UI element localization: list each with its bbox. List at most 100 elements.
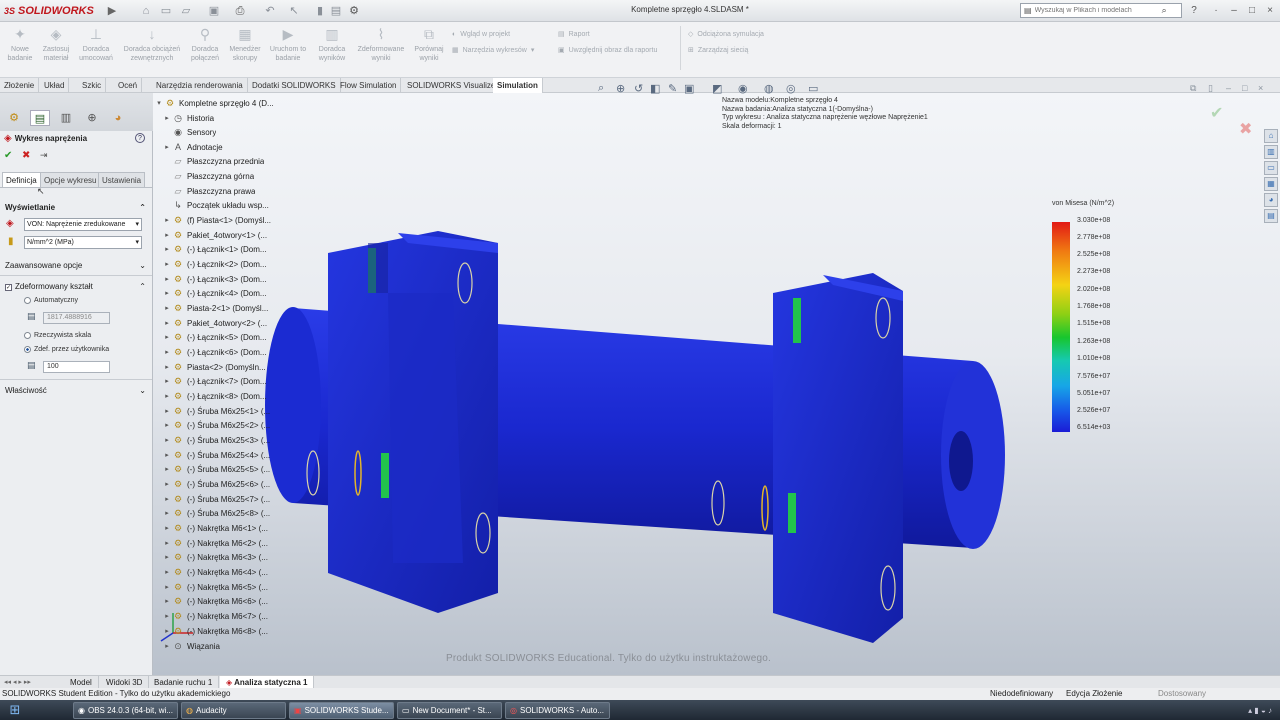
- design-library-icon[interactable]: ▥: [1264, 145, 1278, 159]
- user-defined-radio[interactable]: Zdef. przez użytkownika: [24, 346, 109, 353]
- appearance-icon[interactable]: ◍: [764, 82, 774, 95]
- subtab-settings[interactable]: Ustawienia: [98, 172, 146, 187]
- ok-check-icon[interactable]: ✔: [4, 150, 12, 161]
- expand-arrow-icon[interactable]: ▸: [162, 421, 172, 429]
- open-icon[interactable]: ▱: [178, 3, 194, 19]
- external-loads-advisor-button[interactable]: ↓ Doradca obciążeń zewnętrznych: [118, 25, 186, 75]
- viewport-restore-icon[interactable]: ⧉: [1190, 83, 1196, 94]
- tab-evaluate[interactable]: Oceń: [114, 78, 143, 93]
- search-box[interactable]: ▤ ⌕: [1020, 3, 1182, 18]
- tree-item[interactable]: ▸ ⚙ (-) Łącznik<5> (Dom...: [162, 330, 266, 344]
- taskbar-solidworks[interactable]: ▣ SOLIDWORKS Stude...: [289, 701, 394, 719]
- previous-view-icon[interactable]: ↺: [634, 82, 643, 95]
- property-manager-tab-icon[interactable]: ▤: [30, 110, 50, 126]
- undo-icon[interactable]: ↶: [262, 3, 278, 19]
- tree-item[interactable]: ▸ ⚙ (-) Nakrętka M6<6> (...: [162, 594, 268, 608]
- expand-arrow-icon[interactable]: ▸: [162, 114, 172, 122]
- close-icon[interactable]: ×: [1262, 3, 1278, 19]
- tree-item[interactable]: ▸ ⚙ (-) Śruba M6x25<6> (...: [162, 477, 270, 491]
- design-insight-button[interactable]: ◐ Wgląd w projekt: [452, 27, 510, 41]
- expand-arrow-icon[interactable]: ▸: [162, 363, 172, 371]
- tab-sketch[interactable]: Szkic: [78, 78, 107, 93]
- user-scale-input[interactable]: 100: [43, 361, 110, 373]
- tab-layout[interactable]: Układ: [40, 78, 70, 93]
- view-settings-icon[interactable]: ▭: [808, 82, 818, 95]
- system-tray-icons[interactable]: ▴ ▮ ◒ ♪: [1248, 706, 1272, 715]
- viewport-max-icon[interactable]: □: [1242, 83, 1247, 93]
- tab-simulation[interactable]: Simulation: [493, 78, 543, 93]
- shell-manager-button[interactable]: ▦ Menedżer skorupy: [225, 25, 265, 75]
- advanced-options-header[interactable]: Zaawansowane opcje ⌄: [0, 259, 152, 273]
- auto-radio[interactable]: Automatyczny: [24, 297, 78, 304]
- expand-arrow-icon[interactable]: ▸: [162, 143, 172, 151]
- tree-item[interactable]: ▸ ⚙ (-) Nakrętka M6<4> (...: [162, 565, 268, 579]
- tree-item[interactable]: ▸ ⚙ Pakiet_4otwory<1> (...: [162, 228, 267, 242]
- dynamic-annotation-icon[interactable]: ✎: [668, 82, 677, 95]
- cancel-x-icon[interactable]: ✖: [1239, 119, 1252, 139]
- viewport-split-icon[interactable]: ▯: [1208, 83, 1213, 94]
- results-advisor-button[interactable]: ▥ Doradca wyników: [312, 25, 352, 75]
- expand-arrow-icon[interactable]: ▸: [162, 568, 172, 576]
- tree-item[interactable]: ▸ ⚙ (-) Śruba M6x25<8> (...: [162, 506, 270, 520]
- expand-arrow-icon[interactable]: ▸: [162, 539, 172, 547]
- viewport-min-icon[interactable]: –: [1226, 83, 1231, 93]
- maximize-icon[interactable]: □: [1244, 3, 1260, 19]
- home-icon[interactable]: ⌂: [138, 3, 154, 19]
- taskbar-browser[interactable]: ◎ SOLIDWORKS - Auto...: [505, 701, 610, 719]
- expand-arrow-icon[interactable]: ▸: [162, 583, 172, 591]
- expand-arrow-icon[interactable]: ▸: [162, 436, 172, 444]
- section-view-icon[interactable]: ◧: [650, 82, 660, 95]
- tree-item[interactable]: ▸ ⚙ (-) Nakrętka M6<8> (...: [162, 624, 268, 638]
- expand-arrow-icon[interactable]: ▸: [162, 304, 172, 312]
- deformed-shape-header[interactable]: ✓ Zdeformowany kształt ⌃: [0, 280, 152, 294]
- tree-item[interactable]: ▸ ⚙ (-) Śruba M6x25<4> (...: [162, 448, 270, 462]
- tree-item[interactable]: ▸ A Adnotacje: [162, 140, 222, 154]
- run-study-button[interactable]: ▶ Uruchom to badanie: [266, 25, 310, 75]
- tab-visualize[interactable]: SOLIDWORKS Visualize: [403, 78, 501, 93]
- collapse-icon[interactable]: ⌃: [139, 201, 146, 215]
- tab-flow-simulation[interactable]: Flow Simulation: [336, 78, 402, 93]
- search-input[interactable]: [1034, 7, 1159, 14]
- solidworks-logo[interactable]: 3S SOLIDWORKS: [4, 3, 94, 19]
- tree-item[interactable]: ▸ ⚙ Piasta-2<1> (Domyśl...: [162, 301, 268, 315]
- expand-menu-icon[interactable]: ▶: [104, 3, 120, 19]
- expand-arrow-icon[interactable]: ▸: [162, 597, 172, 605]
- start-button-icon[interactable]: ⊞: [0, 700, 30, 720]
- appearances-icon[interactable]: ◕: [1264, 193, 1278, 207]
- tree-item[interactable]: ▸ ⊙ Wiązania: [162, 639, 220, 653]
- expand-arrow-icon[interactable]: ▸: [162, 524, 172, 532]
- simplification-button[interactable]: ◇ Odciążona symulacja: [688, 27, 764, 41]
- tree-item[interactable]: ▸ ⚙ (-) Śruba M6x25<7> (...: [162, 492, 270, 506]
- radio-button[interactable]: [24, 297, 31, 304]
- expand-arrow-icon[interactable]: ▸: [162, 495, 172, 503]
- fixtures-advisor-button[interactable]: ⊥ Doradca umocowań: [76, 25, 116, 75]
- file-properties-icon[interactable]: ▤: [328, 3, 344, 19]
- feature-manager-tab-icon[interactable]: ⚙: [4, 110, 24, 126]
- tree-item[interactable]: ▸ ◷ Historia: [162, 111, 214, 125]
- tab-assembly[interactable]: Złożenie: [0, 78, 40, 93]
- tree-item[interactable]: ▸ ⚙ (-) Śruba M6x25<5> (...: [162, 462, 270, 476]
- custom-properties-icon[interactable]: ▤: [1264, 209, 1278, 223]
- scene-icon[interactable]: ◎: [786, 82, 796, 95]
- resources-home-icon[interactable]: ⌂: [1264, 129, 1278, 143]
- tree-item[interactable]: ▱ Płaszczyzna górna: [172, 169, 255, 183]
- dimxpert-tab-icon[interactable]: ⊕: [82, 110, 102, 126]
- pushpin-icon[interactable]: ⇥: [40, 150, 48, 161]
- search-scope-icon[interactable]: ▤: [1024, 6, 1032, 15]
- taskbar-new-document[interactable]: ▭ New Document* - St...: [397, 701, 502, 719]
- report-button[interactable]: ▤ Raport: [558, 27, 590, 41]
- expand-arrow-icon[interactable]: ▸: [162, 275, 172, 283]
- tree-item[interactable]: ▸ ⚙ (-) Łącznik<1> (Dom...: [162, 242, 266, 256]
- tree-item[interactable]: ▱ Płaszczyzna prawa: [172, 184, 256, 198]
- expand-arrow-icon[interactable]: ▸: [162, 642, 172, 650]
- display-section-header[interactable]: Wyświetlanie ⌃: [0, 201, 152, 215]
- tree-item[interactable]: ▸ ⚙ (-) Łącznik<3> (Dom...: [162, 272, 266, 286]
- expand-arrow-icon[interactable]: ▸: [162, 480, 172, 488]
- display-manager-tab-icon[interactable]: ◕: [108, 110, 128, 126]
- expand-arrow-icon[interactable]: ▸: [162, 465, 172, 473]
- deformed-results-button[interactable]: ⌇ Zdeformowane wyniki: [354, 25, 408, 75]
- expand-arrow-icon[interactable]: ▸: [162, 407, 172, 415]
- tree-item[interactable]: ▸ ⚙ (f) Piasta<1> (Domyśl...: [162, 213, 271, 227]
- tab-addins[interactable]: Dodatki SOLIDWORKS: [248, 78, 341, 93]
- cancel-x-icon[interactable]: ✖: [22, 150, 30, 161]
